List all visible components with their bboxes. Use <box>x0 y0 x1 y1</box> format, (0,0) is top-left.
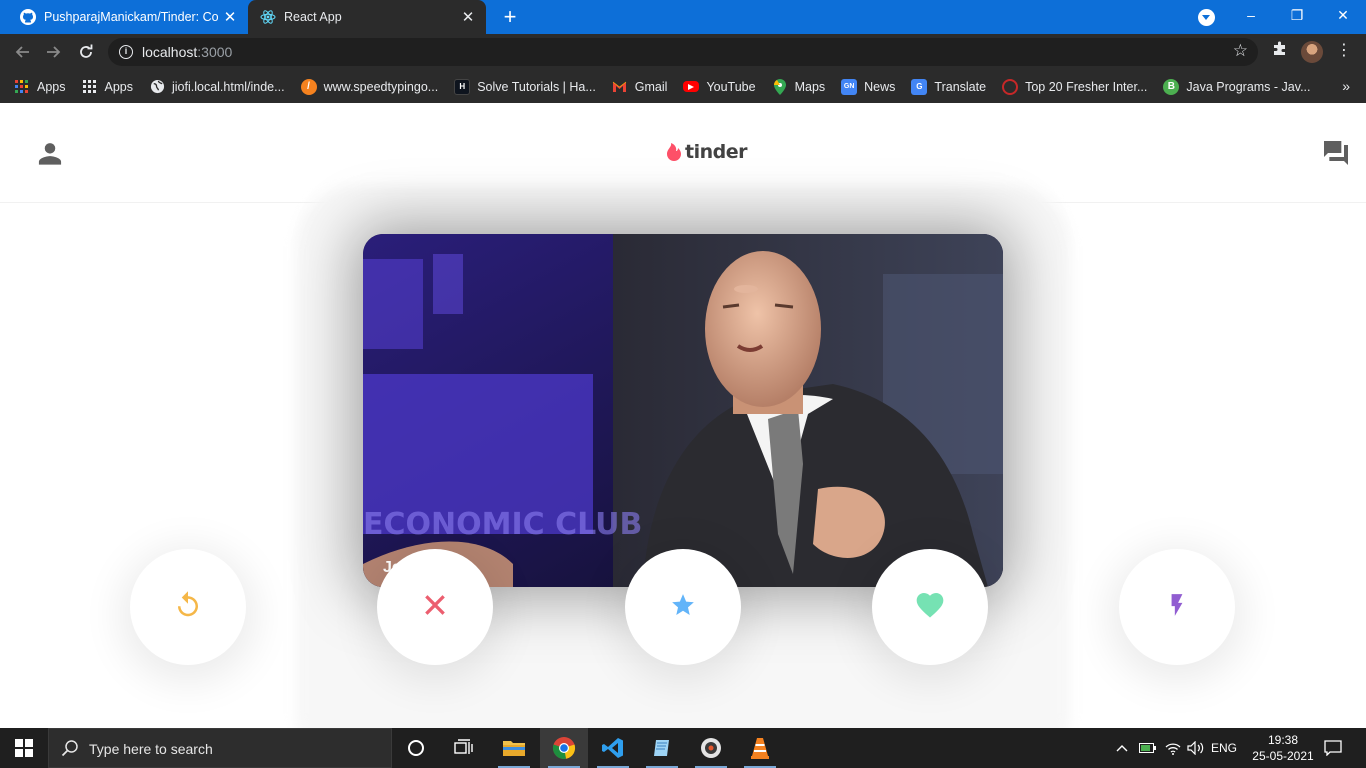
close-icon <box>422 592 448 623</box>
flame-icon <box>666 142 682 162</box>
media-player-icon[interactable] <box>687 728 735 768</box>
apps-grid-colored-icon <box>14 79 30 95</box>
profile-avatar[interactable] <box>1301 41 1323 63</box>
hackerrank-icon: H <box>454 78 471 95</box>
person-icon[interactable] <box>36 139 64 167</box>
tab-search-dropdown-icon[interactable] <box>1198 9 1215 26</box>
extensions-puzzle-icon[interactable] <box>1270 40 1290 60</box>
maps-icon <box>772 78 788 95</box>
bookmark-gmail[interactable]: Gmail <box>612 79 667 95</box>
clock-date: 25-05-2021 <box>1252 749 1314 763</box>
vscode-icon[interactable] <box>589 728 637 768</box>
profile-card[interactable]: ECONOMIC CLUB Je <box>363 234 1003 587</box>
bookmark-speedtyping[interactable]: / www.speedtypingo... <box>300 78 438 95</box>
profile-photo: ECONOMIC CLUB <box>363 234 1003 587</box>
boost-button[interactable] <box>1119 549 1235 665</box>
windows-taskbar: Type here to search ENG 19:38 25-05-2021 <box>0 728 1366 768</box>
clock-time: 19:38 <box>1267 733 1299 747</box>
globe-icon <box>149 79 165 95</box>
dislike-button[interactable] <box>377 549 493 665</box>
forward-arrow-icon[interactable] <box>40 38 68 66</box>
close-window-button[interactable]: ✕ <box>1320 0 1366 32</box>
file-explorer-icon[interactable] <box>490 728 538 768</box>
address-bar[interactable]: i localhost:3000 ☆ <box>108 38 1258 66</box>
bookmark-translate[interactable]: G Translate <box>911 78 986 95</box>
tab-close-icon[interactable]: ✕ <box>456 8 480 26</box>
browser-toolbar: i localhost:3000 ☆ <box>0 34 1366 70</box>
bookmark-news[interactable]: GN News <box>841 78 895 95</box>
replay-icon <box>173 590 203 625</box>
github-icon <box>20 9 36 25</box>
show-hidden-icons-chevron-icon[interactable] <box>1112 728 1132 768</box>
task-view-icon[interactable] <box>440 728 488 768</box>
browser-titlebar: PushparajManickam/Tinder: Conf ✕ React A… <box>0 0 1366 34</box>
react-icon <box>260 9 276 25</box>
address-url: localhost:3000 <box>142 44 233 60</box>
language-indicator[interactable]: ENG <box>1208 728 1240 768</box>
gmail-icon <box>612 79 628 95</box>
star-icon <box>670 592 696 623</box>
wifi-icon[interactable] <box>1162 728 1184 768</box>
bookmark-star-icon[interactable]: ☆ <box>1233 41 1248 61</box>
volume-icon[interactable] <box>1185 728 1207 768</box>
reload-icon[interactable] <box>72 38 100 66</box>
more-menu-icon[interactable]: ⋮ <box>1336 40 1352 62</box>
tab-close-icon[interactable]: ✕ <box>218 8 242 26</box>
youtube-icon <box>683 81 700 92</box>
tab-react-app[interactable]: React App ✕ <box>248 0 486 34</box>
notification-center-icon[interactable] <box>1320 728 1346 768</box>
search-icon <box>61 739 79 757</box>
speedtyping-icon: / <box>300 78 317 95</box>
svg-text:ECONOMIC CLUB: ECONOMIC CLUB <box>363 507 642 542</box>
new-tab-button[interactable]: + <box>498 5 522 29</box>
bookmarks-overflow-chevron-icon[interactable]: » <box>1342 78 1350 94</box>
notepad-icon[interactable] <box>638 728 686 768</box>
site-info-icon[interactable]: i <box>119 45 133 59</box>
tinder-logo-text: tinder <box>685 141 747 163</box>
tab-title: React App <box>284 10 342 24</box>
taskbar-clock[interactable]: 19:38 25-05-2021 <box>1250 732 1316 764</box>
java-programs-icon: B <box>1163 78 1180 95</box>
news-icon: GN <box>841 78 858 95</box>
fresher-icon <box>1002 78 1019 95</box>
heart-icon <box>914 589 946 626</box>
back-arrow-icon[interactable] <box>8 38 36 66</box>
bookmark-apps-colored[interactable]: Apps <box>14 79 66 95</box>
bookmark-fresher[interactable]: Top 20 Fresher Inter... <box>1002 78 1147 95</box>
bookmark-maps[interactable]: Maps <box>772 78 825 95</box>
restore-button[interactable]: ❐ <box>1274 0 1320 32</box>
taskbar-search-box[interactable]: Type here to search <box>48 728 392 768</box>
tinder-app: tinder ECONOMIC CLUB <box>0 103 1366 728</box>
windows-start-icon[interactable] <box>0 728 48 768</box>
like-button[interactable] <box>872 549 988 665</box>
bookmark-hackerrank[interactable]: H Solve Tutorials | Ha... <box>454 78 596 95</box>
vlc-icon[interactable] <box>736 728 784 768</box>
translate-icon: G <box>911 78 928 95</box>
bookmark-apps[interactable]: Apps <box>82 79 133 95</box>
apps-grid-icon <box>82 79 98 95</box>
search-placeholder: Type here to search <box>89 741 213 757</box>
replay-button[interactable] <box>130 549 246 665</box>
chrome-icon[interactable] <box>540 728 588 768</box>
flash-icon <box>1164 590 1190 625</box>
forum-icon[interactable] <box>1320 137 1352 169</box>
tinder-logo[interactable]: tinder <box>666 141 747 163</box>
bookmarks-bar: Apps Apps jiofi.local.html/inde... / www… <box>0 70 1366 103</box>
bookmark-jiofi[interactable]: jiofi.local.html/inde... <box>149 79 285 95</box>
bookmark-youtube[interactable]: YouTube <box>683 80 756 94</box>
tab-title: PushparajManickam/Tinder: Conf <box>44 10 218 24</box>
super-like-button[interactable] <box>625 549 741 665</box>
battery-icon[interactable] <box>1137 728 1159 768</box>
cortana-icon[interactable] <box>392 728 440 768</box>
bookmark-java-programs[interactable]: B Java Programs - Jav... <box>1163 78 1310 95</box>
tab-github[interactable]: PushparajManickam/Tinder: Conf ✕ <box>8 0 248 34</box>
minimize-button[interactable]: – <box>1228 0 1274 32</box>
